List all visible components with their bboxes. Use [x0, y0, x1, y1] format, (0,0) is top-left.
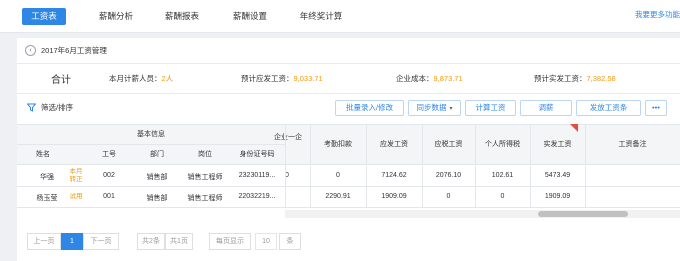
row2-status-badge: 试用	[69, 193, 83, 200]
batch-edit-button[interactable]: 批量录入/修改	[335, 100, 404, 116]
row2-dept: 销售部	[146, 195, 168, 202]
row1-tax: 102.61	[491, 172, 514, 179]
actual-summary: 预计实发工资：7,382.58	[534, 73, 616, 84]
row1-id-no: 23230119...	[238, 172, 276, 179]
tab-bonus-calculation[interactable]: 年终奖计算	[294, 8, 348, 25]
actual-value: 7,382.58	[586, 74, 616, 83]
divider	[310, 124, 311, 165]
row2-id-no: 22032219...	[238, 193, 276, 200]
salary-table: 基本信息 姓名 工号 部门 岗位 身份证号码 企业一企 考勤扣款 应发工资 应税…	[17, 124, 680, 220]
divider	[530, 166, 531, 207]
headcount-value: 2人	[161, 74, 174, 83]
col-header-emp-no[interactable]: 工号	[85, 149, 133, 159]
divider	[17, 207, 680, 208]
row2-tax: 0	[500, 193, 505, 200]
row1-payable: 7124.62	[381, 172, 407, 179]
per-page-label: 每页显示	[209, 233, 251, 250]
row2-payable: 1909.09	[381, 193, 407, 200]
prev-page-button[interactable]: 上一页	[27, 233, 61, 250]
col-header-payable[interactable]: 应发工资	[366, 139, 422, 149]
page-1-button[interactable]: 1	[61, 233, 83, 250]
row1-actual: 5473.49	[544, 172, 571, 179]
col-header-taxable[interactable]: 应税工资	[422, 139, 475, 149]
top-nav: 工资表 薪酬分析 薪酬报表 薪酬设置 年终奖计算 我要更多功能	[0, 0, 680, 33]
row2-position: 销售工程师	[187, 195, 223, 202]
payable-label: 预计应发工资：	[241, 74, 294, 83]
total-pages: 共1页	[165, 233, 193, 250]
col-header-remark[interactable]: 工资备注	[585, 139, 680, 149]
chevron-down-icon: ▾	[449, 106, 453, 112]
divider	[17, 63, 680, 64]
row1-position: 销售工程师	[187, 174, 223, 181]
row1-partial: 0	[285, 172, 289, 179]
row2-taxable: 0	[446, 193, 451, 200]
cost-summary: 企业成本：9,873.71	[396, 73, 463, 84]
divider	[422, 166, 423, 207]
headcount-summary: 本月计薪人员：2人	[109, 73, 173, 84]
breadcrumb: ‹ 2017年6月工资管理	[25, 44, 107, 56]
more-features-link[interactable]: 我要更多功能	[635, 9, 680, 20]
row2-emp-no: 001	[103, 193, 115, 200]
divider	[422, 124, 423, 165]
tab-salary-sheet[interactable]: 工资表	[22, 8, 66, 25]
tab-salary-settings[interactable]: 薪酬设置	[228, 8, 272, 25]
calculate-salary-button[interactable]: 计算工资	[465, 100, 516, 116]
summary-title: 合计	[51, 75, 71, 86]
filter-sort-button[interactable]: 筛选/排序	[26, 102, 74, 113]
main-panel: ‹ 2017年6月工资管理 合计 本月计薪人员：2人 预计应发工资：9,033.…	[17, 38, 680, 261]
row1-deduction: 0	[336, 172, 340, 179]
divider	[310, 166, 311, 207]
col-header-tax[interactable]: 个人所得税	[475, 139, 530, 149]
actual-label: 预计实发工资：	[534, 74, 587, 83]
row1-taxable: 2076.10	[435, 172, 462, 179]
col-header-partial[interactable]: 企业一企	[268, 133, 308, 142]
divider	[475, 124, 476, 165]
col-header-actual[interactable]: 实发工资	[530, 139, 585, 149]
cost-label: 企业成本：	[396, 74, 434, 83]
divider	[285, 124, 286, 172]
next-page-button[interactable]: 下一页	[83, 233, 119, 250]
divider	[285, 166, 286, 207]
row1-status-badge: 本月转正	[69, 168, 83, 183]
payable-summary: 预计应发工资：9,033.71	[241, 73, 323, 84]
col-header-name[interactable]: 姓名	[17, 149, 69, 159]
row2-deduction: 2290.91	[325, 193, 351, 200]
divider	[530, 124, 531, 165]
col-header-position[interactable]: 岗位	[181, 149, 229, 159]
filter-icon	[26, 103, 37, 112]
sync-data-label: 同步数据	[416, 103, 447, 112]
per-page-select[interactable]: 10	[255, 233, 277, 250]
scrollbar-thumb[interactable]	[538, 211, 628, 217]
divider	[17, 93, 680, 94]
divider	[475, 166, 476, 207]
row1-emp-no: 002	[103, 172, 115, 179]
page-title: 2017年6月工资管理	[41, 45, 107, 55]
cost-value: 9,873.71	[433, 74, 463, 83]
back-arrow-icon[interactable]: ‹	[25, 44, 36, 56]
row2-actual: 1909.09	[544, 193, 571, 200]
horizontal-scrollbar[interactable]	[285, 210, 680, 218]
tab-salary-analysis[interactable]: 薪酬分析	[94, 8, 138, 25]
more-button[interactable]: •••	[645, 100, 667, 116]
per-page-unit: 条	[279, 233, 301, 250]
col-header-dept[interactable]: 部门	[133, 149, 181, 159]
sync-data-button[interactable]: 同步数据 ▾	[408, 100, 461, 116]
payable-value: 9,033.71	[293, 74, 323, 83]
tab-salary-report[interactable]: 薪酬报表	[160, 8, 204, 25]
headcount-label: 本月计薪人员：	[109, 74, 162, 83]
divider	[366, 124, 367, 165]
basic-info-group-header: 基本信息	[137, 131, 165, 138]
row1-dept: 销售部	[146, 174, 168, 181]
col-header-id-no[interactable]: 身份证号码	[229, 149, 285, 159]
flag-corner-icon	[570, 124, 578, 132]
col-header-deduction[interactable]: 考勤扣款	[310, 139, 366, 149]
filter-label: 筛选/排序	[41, 103, 74, 112]
total-records: 共2条	[137, 233, 165, 250]
send-payslip-button[interactable]: 发放工资条	[576, 100, 641, 116]
divider	[585, 124, 586, 165]
adjust-salary-button[interactable]: 调薪	[520, 100, 572, 116]
divider	[366, 166, 367, 207]
divider	[17, 144, 285, 145]
divider	[585, 166, 586, 207]
